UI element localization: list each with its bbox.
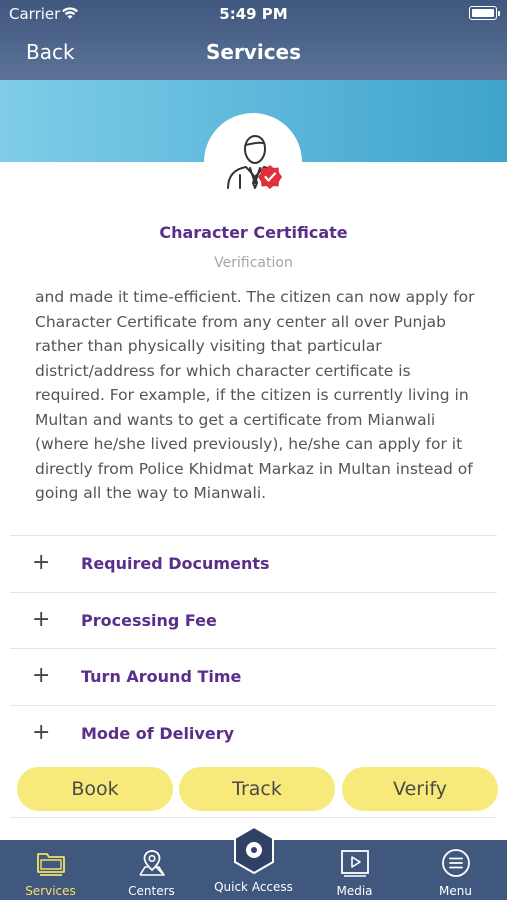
service-description: and made it time-efficient. The citizen … — [35, 288, 475, 502]
expand-icon: + — [32, 550, 51, 575]
tab-menu[interactable]: Menu — [405, 840, 506, 900]
expand-icon: + — [32, 606, 51, 632]
expand-icon: + — [32, 719, 51, 745]
tab-centers[interactable]: Centers — [101, 840, 202, 900]
status-bar: Carrier 5:49 PM — [0, 0, 507, 28]
divider — [10, 817, 497, 818]
accordion-processing-fee[interactable]: + Processing Fee — [10, 591, 497, 649]
tab-media[interactable]: Media — [304, 840, 405, 900]
tab-label: Centers — [128, 884, 175, 898]
service-accordion: + Required Documents + Processing Fee + … — [10, 535, 497, 761]
quick-access-icon[interactable] — [233, 826, 275, 874]
accordion-turn-around-time[interactable]: + Turn Around Time — [10, 648, 497, 705]
officer-verified-icon — [227, 135, 282, 189]
accordion-label: Turn Around Time — [81, 667, 242, 686]
tab-services[interactable]: Services — [0, 840, 101, 900]
folder-icon — [37, 853, 65, 876]
expand-icon: + — [32, 663, 51, 688]
accordion-label: Mode of Delivery — [81, 723, 235, 743]
tab-label: Menu — [439, 884, 472, 898]
action-buttons: Book Track Verify — [0, 767, 507, 811]
verify-button[interactable]: Verify — [342, 767, 498, 811]
menu-icon — [442, 849, 470, 877]
book-button[interactable]: Book — [17, 767, 173, 811]
page-title: Services — [205, 40, 302, 64]
battery-icon — [469, 6, 500, 20]
top-header: Carrier 5:49 PM Back Services — [0, 0, 507, 80]
tab-label: Services — [25, 884, 76, 898]
accordion-mode-of-delivery[interactable]: + Mode of Delivery — [10, 704, 497, 762]
tab-label: Media — [336, 884, 373, 898]
play-icon — [341, 850, 369, 877]
accordion-required-documents[interactable]: + Required Documents — [10, 535, 497, 592]
service-subtitle: Verification — [214, 255, 293, 271]
service-title: Character Certificate — [159, 223, 348, 242]
status-time: 5:49 PM — [219, 5, 288, 23]
accordion-label: Required Documents — [81, 554, 270, 573]
map-pin-icon — [139, 850, 165, 876]
tab-quick-access-label[interactable]: Quick Access — [203, 880, 304, 894]
accordion-label: Processing Fee — [81, 610, 217, 630]
track-button[interactable]: Track — [179, 767, 335, 811]
